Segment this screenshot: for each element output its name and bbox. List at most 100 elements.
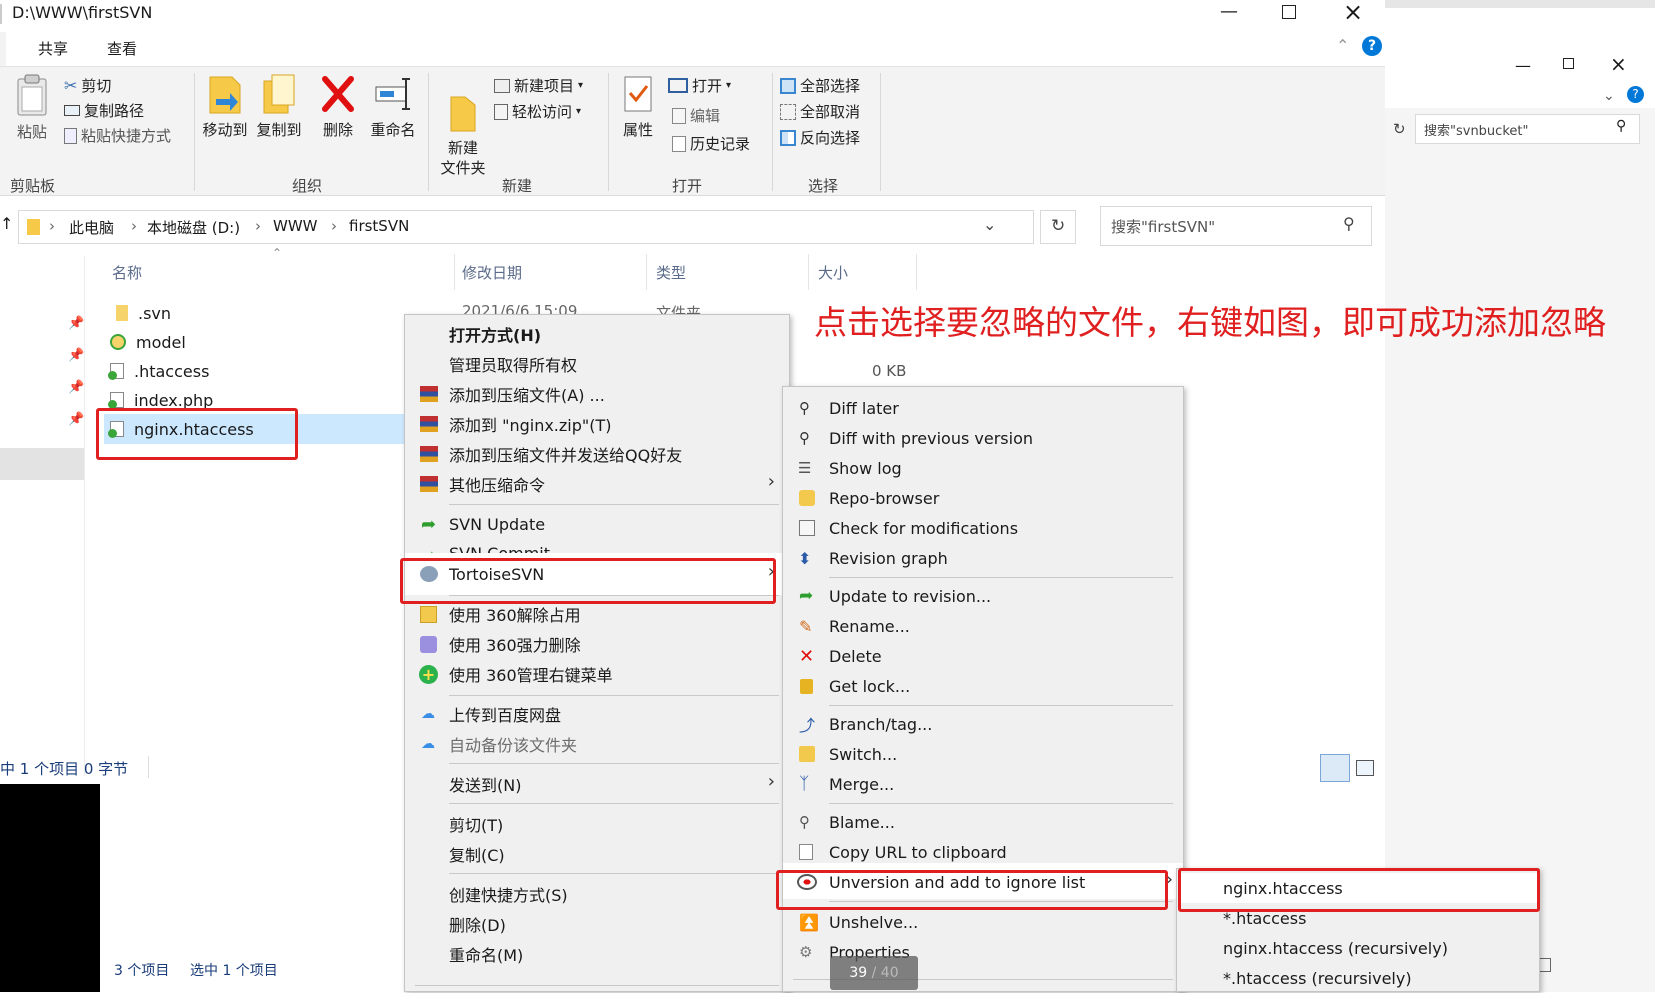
- copy-to-button[interactable]: 复制到: [254, 73, 304, 140]
- title-bar: D:\WWW\firstSVN — ×: [0, 0, 1385, 30]
- tab-view[interactable]: 查看: [107, 38, 137, 59]
- delete-button[interactable]: 删除: [316, 73, 360, 140]
- new-item-button[interactable]: 新建项目 ▾: [494, 75, 583, 96]
- tsvn-revision-graph[interactable]: ⬍ Revision graph: [783, 543, 1183, 573]
- menu-archive-send-qq[interactable]: 添加到压缩文件并发送给QQ好友: [405, 439, 789, 469]
- easy-access-button[interactable]: 轻松访问 ▾: [494, 101, 581, 122]
- move-to-button[interactable]: 移动到: [200, 73, 250, 140]
- properties-button[interactable]: 属性: [616, 73, 660, 140]
- refresh-icon: ↻: [1051, 216, 1066, 236]
- select-all-button[interactable]: 全部选择: [780, 75, 860, 96]
- large-icons-view-icon[interactable]: [1356, 760, 1374, 776]
- tsvn-repo-browser[interactable]: Repo-browser: [783, 483, 1183, 513]
- maximize-icon[interactable]: [1282, 5, 1296, 19]
- pin-icon[interactable]: 📌: [68, 412, 84, 427]
- back-minimize-icon[interactable]: —: [1515, 56, 1531, 75]
- file-row-htaccess[interactable]: .htaccess: [108, 357, 209, 385]
- open-button[interactable]: 打开 ▾: [668, 75, 731, 96]
- tsvn-rename[interactable]: ✎ Rename...: [783, 611, 1183, 641]
- menu-create-shortcut[interactable]: 创建快捷方式(S): [405, 879, 789, 909]
- rename-button[interactable]: 重命名: [366, 73, 420, 140]
- pin-icon[interactable]: 📌: [68, 348, 84, 363]
- menu-delete[interactable]: 删除(D): [405, 909, 789, 939]
- search-input[interactable]: 搜索"firstSVN" ⚲: [1100, 206, 1372, 246]
- file-row-svn[interactable]: .svn: [110, 299, 171, 327]
- invert-selection-button[interactable]: 反向选择: [780, 127, 860, 148]
- breadcrumb-this-pc[interactable]: 此电脑: [69, 217, 114, 238]
- breadcrumb-local-disk[interactable]: 本地磁盘 (D:): [147, 217, 240, 238]
- ignore-nginx-htaccess-recursive[interactable]: nginx.htaccess (recursively): [1177, 933, 1539, 963]
- tsvn-switch[interactable]: Switch...: [783, 739, 1183, 769]
- clipboard-icon: [17, 74, 47, 116]
- back-close-icon[interactable]: ×: [1610, 52, 1627, 76]
- menu-360-force-delete[interactable]: 使用 360强力删除: [405, 629, 789, 659]
- column-header-type[interactable]: 类型: [656, 262, 686, 283]
- minimize-icon[interactable]: —: [1220, 1, 1238, 22]
- refresh-button[interactable]: ↻: [1040, 210, 1076, 244]
- tsvn-update-to-revision[interactable]: ➦ Update to revision...: [783, 581, 1183, 611]
- tsvn-unshelve[interactable]: ⏫ Unshelve...: [783, 907, 1183, 937]
- back-restore-icon[interactable]: [1563, 58, 1574, 69]
- invert-selection-icon: [780, 129, 796, 146]
- column-header-modified[interactable]: 修改日期: [462, 262, 522, 283]
- copy-path-button[interactable]: 复制路径: [64, 100, 144, 121]
- column-header-name[interactable]: 名称: [112, 262, 142, 283]
- menu-take-ownership[interactable]: 管理员取得所有权: [405, 349, 789, 379]
- highlight-box-file: [96, 408, 298, 460]
- history-button[interactable]: 历史记录: [672, 133, 750, 154]
- menu-copy[interactable]: 复制(C): [405, 839, 789, 869]
- history-dropdown-icon[interactable]: ⌄: [983, 215, 996, 234]
- update-icon: ➦: [799, 586, 814, 606]
- menu-add-to-zip[interactable]: 添加到 "nginx.zip"(T): [405, 409, 789, 439]
- menu-upload-baidu[interactable]: ☁ 上传到百度网盘: [405, 699, 789, 729]
- breadcrumb-www[interactable]: WWW: [273, 217, 318, 235]
- breadcrumb-firstsvn[interactable]: firstSVN: [349, 217, 409, 235]
- pin-icon[interactable]: 📌: [68, 380, 84, 395]
- merge-icon: ᛉ: [799, 774, 810, 794]
- history-icon: [672, 135, 686, 152]
- back-search-input[interactable]: 搜索"svnbucket" ⚲: [1415, 114, 1640, 144]
- tsvn-merge[interactable]: ᛉ Merge...: [783, 769, 1183, 799]
- back-refresh-icon[interactable]: ↻: [1393, 120, 1406, 138]
- file-row-model[interactable]: model: [110, 328, 186, 356]
- help-icon[interactable]: ?: [1362, 36, 1382, 56]
- paste-shortcut-button[interactable]: 粘贴快捷方式: [64, 125, 171, 146]
- tab-share[interactable]: 共享: [38, 38, 68, 59]
- nav-selected-item[interactable]: [0, 448, 84, 480]
- copy-url-icon: [799, 844, 813, 860]
- menu-cut[interactable]: 剪切(T): [405, 809, 789, 839]
- address-bar[interactable]: › 此电脑 › 本地磁盘 (D:) › WWW › firstSVN ⌄: [18, 210, 1034, 244]
- collapse-ribbon-icon[interactable]: ⌃: [1336, 36, 1349, 55]
- back-help-icon[interactable]: ?: [1627, 86, 1644, 103]
- tsvn-show-log[interactable]: ☰ Show log: [783, 453, 1183, 483]
- menu-send-to[interactable]: 发送到(N) ›: [405, 769, 789, 799]
- winrar-icon: [420, 416, 438, 432]
- pin-icon[interactable]: 📌: [68, 316, 84, 331]
- tsvn-blame[interactable]: ⚲ Blame...: [783, 807, 1183, 837]
- details-view-icon[interactable]: [1320, 754, 1350, 782]
- tsvn-check-modifications[interactable]: Check for modifications: [783, 513, 1183, 543]
- select-none-button[interactable]: 全部取消: [780, 101, 860, 122]
- back-chevron-icon[interactable]: ⌄: [1603, 88, 1615, 104]
- new-folder-button[interactable]: 新建 文件夹: [436, 73, 490, 198]
- tsvn-diff-later[interactable]: ⚲ Diff later: [783, 393, 1183, 423]
- close-icon[interactable]: ×: [1343, 0, 1363, 26]
- svn-folder-icon: [110, 334, 126, 350]
- menu-other-compress[interactable]: 其他压缩命令 ›: [405, 469, 789, 499]
- menu-360-manage[interactable]: + 使用 360管理右键菜单: [405, 659, 789, 689]
- up-arrow-icon[interactable]: ↑: [0, 214, 13, 233]
- edit-button[interactable]: 编辑: [672, 105, 720, 126]
- paste-button[interactable]: 粘贴: [10, 73, 54, 142]
- column-header-size[interactable]: 大小: [818, 262, 848, 283]
- tsvn-get-lock[interactable]: Get lock...: [783, 671, 1183, 701]
- menu-add-to-archive[interactable]: 添加到压缩文件(A) ...: [405, 379, 789, 409]
- tsvn-branch-tag[interactable]: ⤴ Branch/tag...: [783, 709, 1183, 739]
- cut-button[interactable]: ✂ 剪切: [64, 75, 111, 96]
- tsvn-diff-previous[interactable]: ⚲ Diff with previous version: [783, 423, 1183, 453]
- menu-svn-update[interactable]: ➦ SVN Update: [405, 509, 789, 539]
- menu-auto-backup[interactable]: ☁ 自动备份该文件夹: [405, 729, 789, 759]
- menu-open-with[interactable]: 打开方式(H): [405, 319, 789, 349]
- tsvn-delete[interactable]: ✕ Delete: [783, 641, 1183, 671]
- ignore-star-htaccess-recursive[interactable]: *.htaccess (recursively): [1177, 963, 1539, 993]
- menu-rename[interactable]: 重命名(M): [405, 939, 789, 969]
